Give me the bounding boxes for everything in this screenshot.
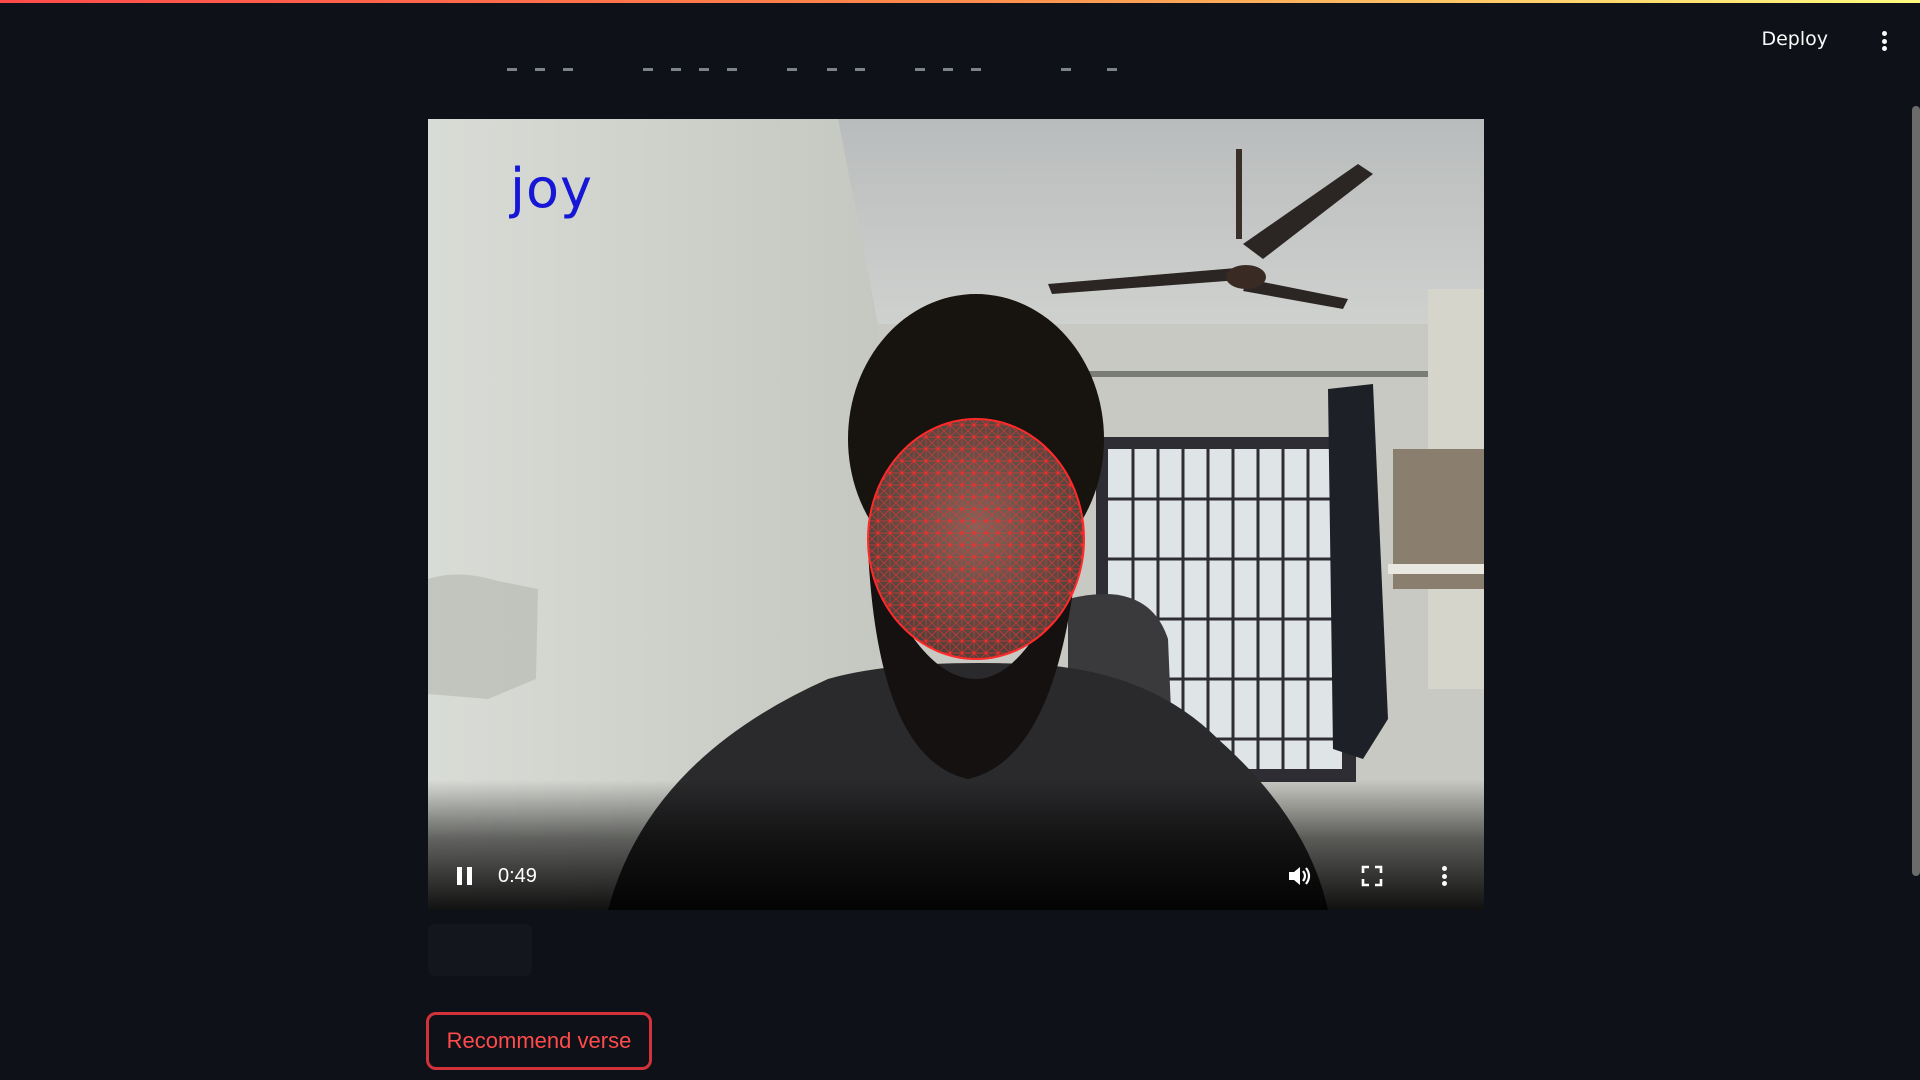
video-controls: 0:49 [428,780,1484,910]
more-options-button[interactable] [1428,860,1460,892]
video-player[interactable]: joy 0:49 [428,119,1484,910]
time-display: 0:49 [498,865,537,887]
fullscreen-icon [1361,865,1383,887]
volume-icon [1289,867,1311,885]
recommend-verse-button[interactable]: Recommend verse [426,1012,652,1070]
stop-button-faded[interactable] [428,924,532,976]
emotion-label: joy [510,157,593,220]
pause-icon [456,867,472,885]
volume-button[interactable] [1284,860,1316,892]
page-scrollbar[interactable] [1912,106,1920,876]
faded-title-placeholder [507,58,1135,76]
dots-vertical-icon [1881,31,1887,51]
fullscreen-button[interactable] [1356,860,1388,892]
pause-button[interactable] [448,860,480,892]
more-vertical-icon [1441,866,1447,886]
deploy-button[interactable]: Deploy [1761,21,1828,57]
main-menu-button[interactable] [1866,23,1902,59]
